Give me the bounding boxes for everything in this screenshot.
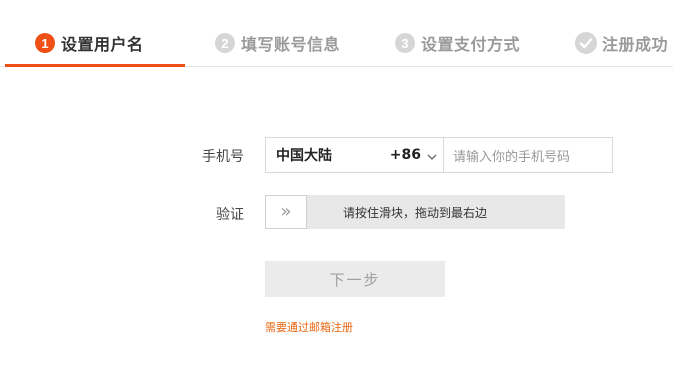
step-account-info: 2 填写账号信息	[215, 31, 340, 55]
step-label: 设置用户名	[61, 35, 144, 54]
step-label: 注册成功	[602, 35, 669, 54]
step-number: 3	[395, 33, 415, 53]
verify-label: 验证	[216, 207, 244, 223]
phone-input-group: 中国大陆 +86 请输入你的手机号码	[265, 137, 613, 173]
email-register-link[interactable]: 需要通过邮箱注册	[265, 319, 353, 335]
step-number: 2	[215, 33, 235, 53]
registration-steps: 1 设置用户名 2 填写账号信息 3 设置支付方式 注册成功	[0, 0, 673, 67]
slider-captcha: » 请按住滑块，拖动到最右边	[265, 195, 565, 229]
step-label: 填写账号信息	[241, 35, 341, 54]
country-code: +86	[389, 147, 421, 163]
chevron-down-icon	[427, 146, 437, 165]
step-payment: 3 设置支付方式	[395, 31, 520, 55]
country-select[interactable]: 中国大陆 +86	[265, 137, 444, 173]
step-set-username: 1 设置用户名	[35, 31, 144, 55]
active-step-underline	[5, 64, 185, 67]
phone-number-input[interactable]: 请输入你的手机号码	[444, 137, 613, 173]
step-success: 注册成功	[575, 31, 668, 55]
check-icon	[575, 32, 597, 54]
country-name: 中国大陆	[276, 148, 332, 164]
slider-handle[interactable]: »	[265, 195, 307, 229]
step-label: 设置支付方式	[421, 35, 521, 54]
double-chevron-right-icon: »	[280, 201, 292, 222]
step-number: 1	[35, 33, 55, 53]
phone-label: 手机号	[202, 149, 244, 165]
next-button[interactable]: 下一步	[265, 261, 445, 297]
slider-instruction: 请按住滑块，拖动到最右边	[343, 205, 488, 220]
